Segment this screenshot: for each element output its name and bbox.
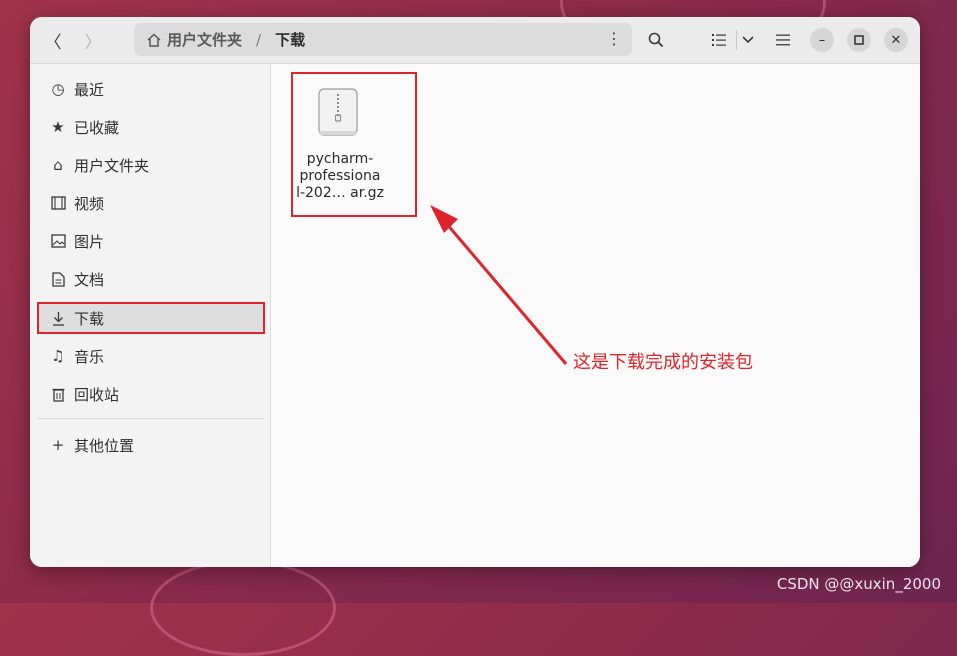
watermark: CSDN @@xuxin_2000: [776, 575, 941, 593]
annotation-arrow: [430, 205, 568, 365]
annotation-text: 这是下载完成的安装包: [573, 352, 753, 373]
